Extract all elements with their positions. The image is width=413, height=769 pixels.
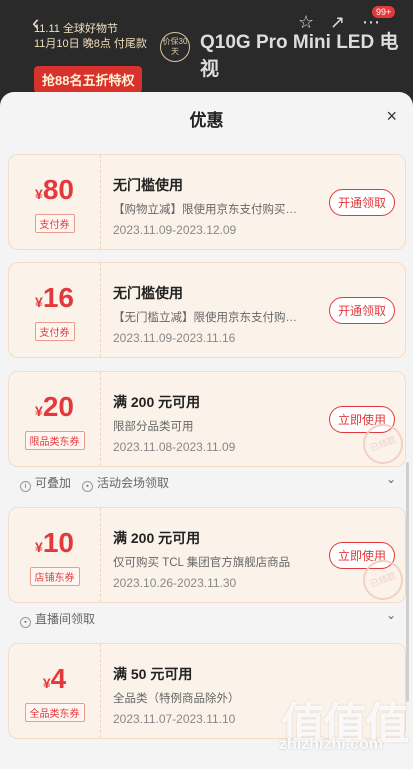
coupon-info-row[interactable]: ▪ 直播间领取 ⌄ bbox=[8, 604, 406, 630]
coupon-title: 满 200 元可用 bbox=[113, 394, 201, 410]
coupon-desc: 【购物立减】限使用京东支付购买… bbox=[113, 204, 297, 216]
coupon-card: ¥16 支付券 无门槛使用 【无门槛立减】限使用京东支付购… 2023.11.0… bbox=[8, 262, 406, 358]
scrollbar[interactable] bbox=[406, 462, 409, 702]
venue-info: ▪ 活动会场领取 bbox=[82, 474, 169, 492]
live-icon: ▪ bbox=[20, 617, 31, 628]
currency-symbol: ¥ bbox=[35, 539, 43, 555]
promo-line1: 11.11 全球好物节 bbox=[34, 23, 118, 35]
currency-symbol: ¥ bbox=[42, 675, 51, 691]
star-icon[interactable]: ☆ bbox=[298, 12, 314, 33]
coupon-card: ¥80 支付券 无门槛使用 【购物立减】限使用京东支付购买… 2023.11.0… bbox=[8, 154, 406, 250]
coupon-amount-area: ¥20 限品类东券 bbox=[9, 372, 101, 466]
coupon-card: ¥20 限品类东券 满 200 元可用 限部分品类可用 2023.11.08-2… bbox=[8, 371, 409, 470]
activate-claim-button[interactable]: 开通领取 bbox=[328, 297, 395, 324]
coupon-title: 满 50 元可用 bbox=[113, 666, 193, 682]
chevron-down-icon[interactable]: ⌄ bbox=[386, 608, 396, 622]
promo-banner: 11.11 全球好物节 11月10日 晚8点 付尾款 bbox=[34, 22, 147, 52]
watermark-url: zhizhizhi.com bbox=[279, 736, 383, 753]
coupon-desc: 仅可购买 TCL 集团官方旗舰店商品 bbox=[113, 557, 291, 569]
coupon-type-tag: 全品类东券 bbox=[24, 703, 85, 722]
coupon-date: 2023.11.07-2023.11.10 bbox=[113, 712, 236, 726]
coupon-desc: 限部分品类可用 bbox=[113, 421, 194, 433]
sheet-title: 优惠 bbox=[189, 111, 224, 130]
coupon-amount: 16 bbox=[42, 282, 74, 313]
coupon-info-row[interactable]: i 可叠加 ▪ 活动会场领取 ⌄ bbox=[8, 468, 406, 494]
currency-symbol: ¥ bbox=[35, 294, 43, 310]
coupon-amount: 4 bbox=[50, 663, 67, 694]
stackable-info: i 可叠加 bbox=[20, 474, 71, 492]
coupon-type-tag: 支付券 bbox=[34, 214, 75, 233]
promo-line2: 11月10日 晚8点 付尾款 bbox=[34, 38, 147, 50]
venue-label: 活动会场领取 bbox=[97, 476, 170, 490]
coupon-type-tag: 限品类东券 bbox=[24, 431, 85, 450]
coupon-sheet: 优惠 × ¥80 支付券 无门槛使用 【购物立减】限使用京东支付购买… 2023… bbox=[0, 92, 413, 769]
message-count-badge: 99+ bbox=[372, 6, 396, 18]
share-icon[interactable]: ↗ bbox=[330, 12, 345, 33]
chevron-down-icon[interactable]: ⌄ bbox=[386, 472, 396, 486]
coupon-date: 2023.11.09-2023.12.09 bbox=[113, 223, 237, 237]
live-room-info: ▪ 直播间领取 bbox=[20, 610, 95, 628]
coupon-date: 2023.11.08-2023.11.09 bbox=[113, 440, 236, 454]
info-icon: i bbox=[20, 481, 31, 492]
coupon-card: ¥10 店铺东券 满 200 元可用 仅可购买 TCL 集团官方旗舰店商品 20… bbox=[8, 507, 409, 606]
live-room-label: 直播间领取 bbox=[35, 612, 96, 626]
coupon-title: 无门槛使用 bbox=[113, 285, 183, 301]
coupon-amount-area: ¥16 支付券 bbox=[9, 263, 101, 357]
offer-banner[interactable]: 抢88名五折特权 bbox=[34, 66, 143, 93]
coupon-type-tag: 支付券 bbox=[34, 322, 75, 341]
venue-icon: ▪ bbox=[82, 481, 93, 492]
coupon-amount: 10 bbox=[42, 527, 74, 558]
coupon-desc: 【无门槛立减】限使用京东支付购… bbox=[113, 312, 297, 324]
stackable-label: 可叠加 bbox=[35, 476, 72, 490]
coupon-date: 2023.11.09-2023.11.16 bbox=[113, 331, 236, 345]
currency-symbol: ¥ bbox=[35, 403, 43, 419]
currency-symbol: ¥ bbox=[35, 186, 43, 202]
close-icon[interactable]: × bbox=[386, 106, 397, 127]
coupon-amount-area: ¥80 支付券 bbox=[9, 155, 101, 249]
price-protect-badge: 价保30天 bbox=[160, 32, 190, 62]
coupon-amount-area: ¥4 全品类东券 bbox=[9, 644, 101, 738]
coupon-amount: 20 bbox=[42, 391, 74, 422]
coupon-title: 无门槛使用 bbox=[113, 177, 183, 193]
coupon-amount: 80 bbox=[42, 174, 74, 205]
coupon-type-tag: 店铺东券 bbox=[29, 567, 80, 586]
coupon-amount-area: ¥10 店铺东券 bbox=[9, 508, 101, 602]
coupon-date: 2023.10.26-2023.11.30 bbox=[113, 576, 237, 590]
activate-claim-button[interactable]: 开通领取 bbox=[328, 189, 395, 216]
coupon-title: 满 200 元可用 bbox=[113, 530, 201, 546]
product-title: Q10G Pro Mini LED 电视 bbox=[200, 32, 399, 80]
